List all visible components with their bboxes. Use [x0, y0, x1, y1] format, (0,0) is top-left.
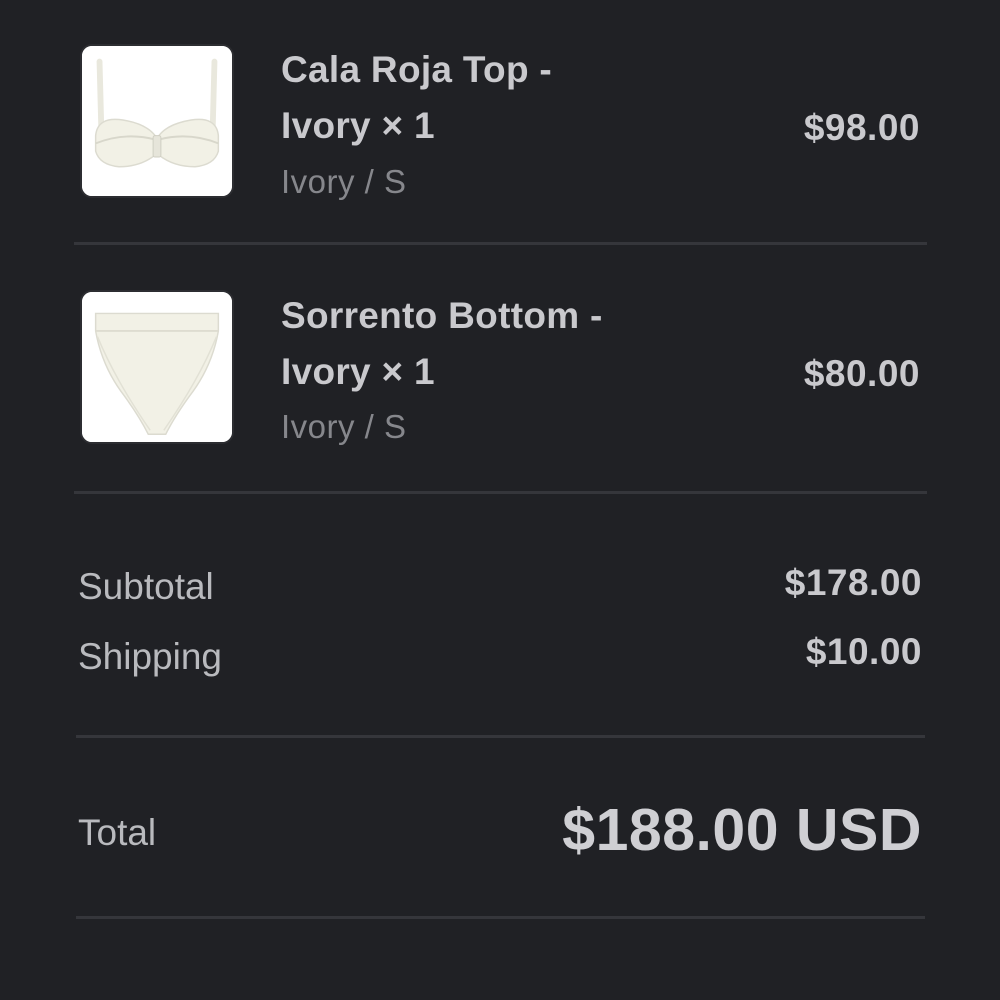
cart-line-item: Sorrento Bottom - Ivory × 1 Ivory / S $8… — [0, 245, 1000, 493]
subtotal-value: $178.00 — [784, 562, 922, 603]
product-price: $80.00 — [803, 353, 920, 394]
bikini-bottom-image — [82, 292, 232, 442]
subtotal-label: Subtotal — [78, 566, 214, 607]
product-title-line2: Ivory × 1 — [281, 351, 435, 392]
divider — [76, 916, 925, 919]
product-title[interactable]: Cala Roja Top - Ivory × 1 — [281, 42, 701, 154]
product-price: $98.00 — [803, 107, 920, 148]
bikini-top-image — [82, 46, 232, 196]
cart-line-item: Cala Roja Top - Ivory × 1 Ivory / S $98.… — [0, 0, 1000, 245]
product-thumbnail[interactable] — [80, 44, 234, 198]
divider — [76, 735, 925, 738]
product-title-line1: Sorrento Bottom - — [281, 295, 603, 336]
product-title-line2: Ivory × 1 — [281, 105, 435, 146]
product-thumbnail[interactable] — [80, 290, 234, 444]
product-variant: Ivory / S — [281, 408, 407, 445]
product-title[interactable]: Sorrento Bottom - Ivory × 1 — [281, 288, 701, 400]
total-label: Total — [78, 812, 157, 853]
total-value: $188.00 USD — [562, 797, 922, 863]
shipping-value: $10.00 — [805, 631, 922, 672]
divider — [74, 491, 927, 494]
shipping-label: Shipping — [78, 636, 223, 677]
product-title-line1: Cala Roja Top - — [281, 49, 553, 90]
product-variant: Ivory / S — [281, 163, 407, 200]
